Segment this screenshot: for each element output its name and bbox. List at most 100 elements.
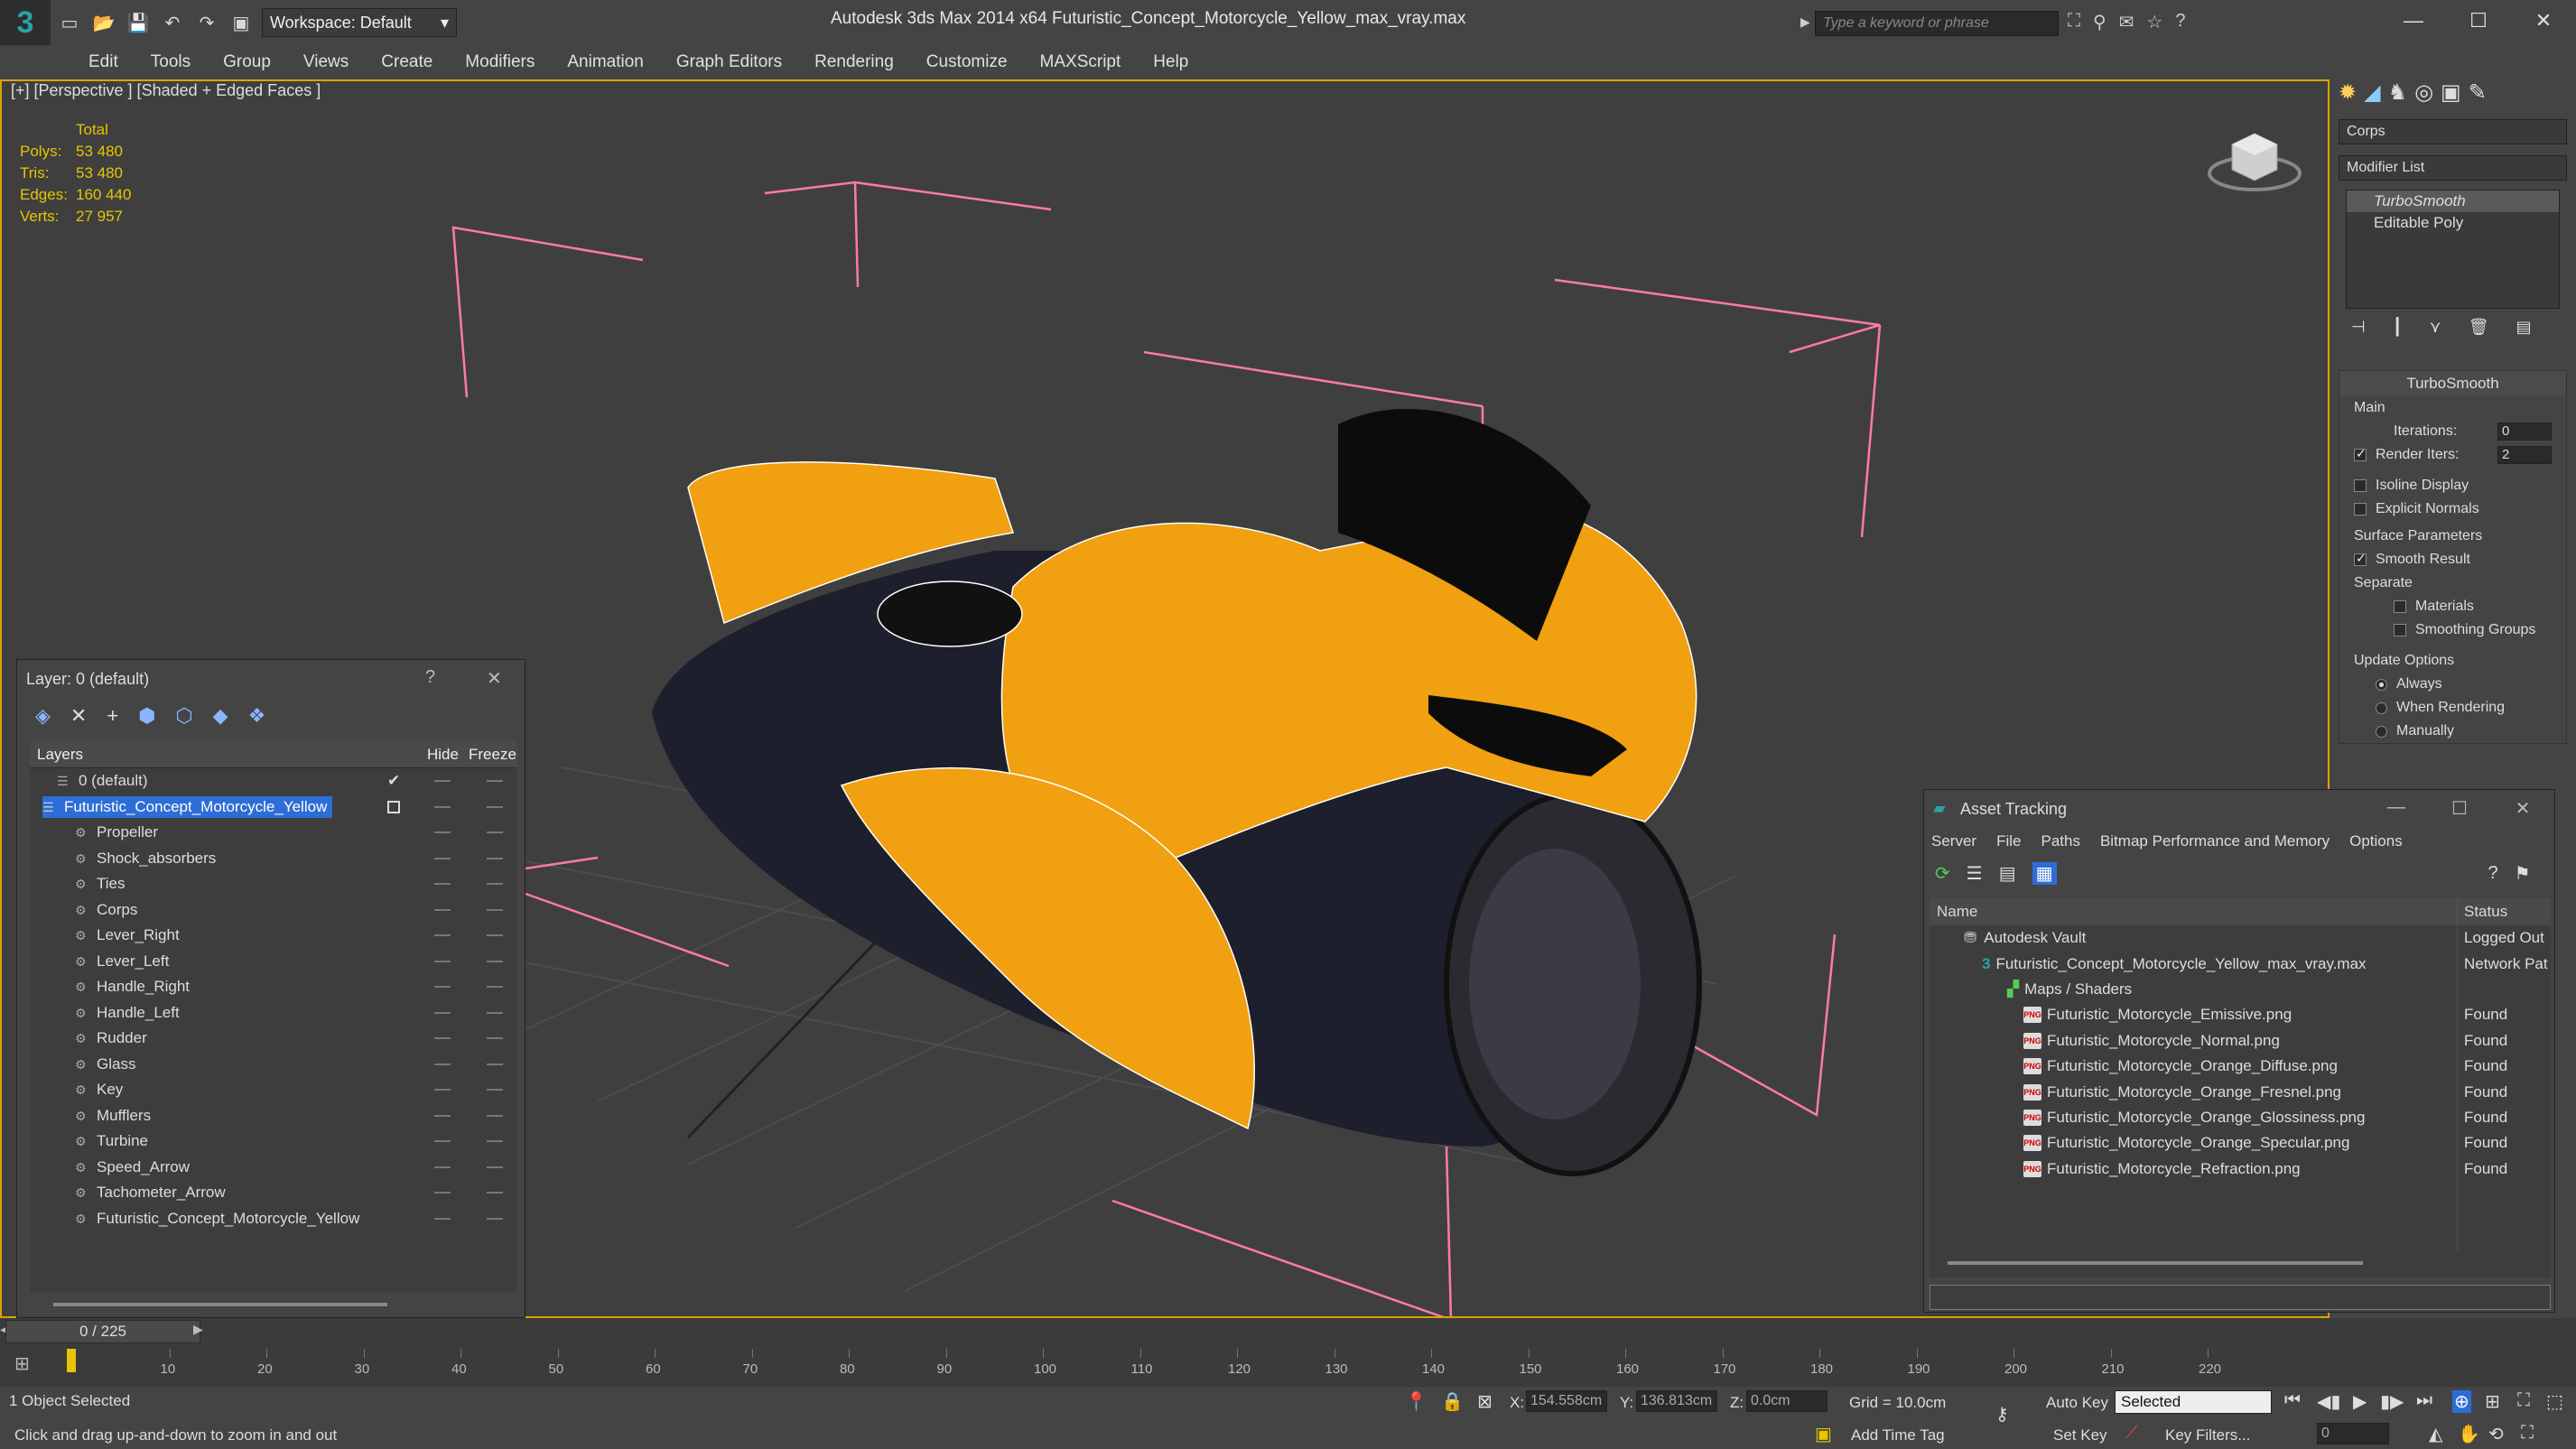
remove-modifier-icon[interactable]: 🗑 bbox=[2469, 318, 2489, 345]
communication-icon[interactable]: ✉ bbox=[2119, 11, 2134, 33]
close-icon[interactable]: ✕ bbox=[2491, 790, 2554, 820]
delete-layer-icon[interactable]: ✕ bbox=[70, 704, 87, 728]
favorites-star-icon[interactable]: ☆ bbox=[2146, 11, 2162, 33]
asset-row[interactable]: PNG Futuristic_Motorcycle_Emissive.png Fou… bbox=[1930, 1002, 2551, 1027]
set-key-icon[interactable]: ⟋ bbox=[2125, 1423, 2138, 1444]
y-coordinate-field[interactable]: 136.813cm bbox=[1636, 1390, 1717, 1412]
object-name-field[interactable]: Corps bbox=[2339, 119, 2567, 144]
column-name[interactable]: Name bbox=[1937, 903, 1977, 921]
go-to-end-icon[interactable]: ⏭ bbox=[2416, 1390, 2432, 1411]
menu-options[interactable]: Options bbox=[2349, 832, 2403, 850]
new-file-icon[interactable]: ▭ bbox=[54, 7, 85, 38]
add-to-layer-icon[interactable]: + bbox=[107, 704, 118, 728]
layer-row[interactable]: ⚙ Corps bbox=[30, 897, 517, 924]
trackbar[interactable]: ⊞ 10 20 30 40 50 60 70 80 90 100 110 120 130 140 150 16… bbox=[0, 1345, 2576, 1387]
layer-row[interactable]: ⚙ Handle_Left bbox=[30, 1000, 517, 1026]
current-frame-field[interactable]: 0 bbox=[2317, 1423, 2389, 1444]
zoom-extents-icon[interactable]: ⛶ bbox=[2517, 1390, 2530, 1411]
set-key-button[interactable]: Set Key bbox=[2053, 1426, 2107, 1444]
layer-row-selected[interactable]: ☰ Futuristic_Concept_Motorcycle_Yellow bbox=[30, 794, 517, 821]
when-rendering-radio[interactable] bbox=[2376, 701, 2387, 714]
time-tag-icon[interactable]: ▣ bbox=[1815, 1423, 1832, 1445]
project-folder-icon[interactable]: ▣ bbox=[226, 7, 256, 38]
explicit-normals-checkbox[interactable] bbox=[2354, 503, 2367, 516]
render-iters-checkbox[interactable] bbox=[2354, 446, 2367, 461]
orbit-icon[interactable]: ⟲ bbox=[2488, 1423, 2504, 1445]
layer-row[interactable]: ⚙ Rudder bbox=[30, 1026, 517, 1052]
app-menu-button[interactable]: 3 bbox=[0, 0, 51, 45]
workspace-dropdown[interactable]: Workspace: Default ▾ bbox=[262, 8, 457, 37]
play-icon[interactable]: ▶ bbox=[2353, 1390, 2367, 1413]
viewport-label[interactable]: [+] [Perspective ] [Shaded + Edged Faces… bbox=[11, 81, 321, 100]
refresh-icon[interactable]: ⟳ bbox=[1935, 862, 1950, 885]
close-icon[interactable]: ✕ bbox=[2511, 0, 2576, 42]
auto-key-button[interactable]: Auto Key bbox=[2046, 1394, 2108, 1412]
asset-row[interactable]: PNG Futuristic_Motorcycle_Normal.png Found bbox=[1930, 1028, 2551, 1054]
menu-edit[interactable]: Edit bbox=[72, 52, 135, 72]
minimize-icon[interactable]: — bbox=[2365, 790, 2428, 820]
layer-row[interactable]: ⚙ Ties bbox=[30, 871, 517, 897]
previous-frame-icon[interactable]: ◀▮ bbox=[2317, 1390, 2340, 1413]
modifier-turbosmooth[interactable]: TurboSmooth bbox=[2347, 190, 2559, 212]
layer-row[interactable]: ⚙ Lever_Left bbox=[30, 949, 517, 975]
create-layer-icon[interactable]: ◈ bbox=[35, 704, 51, 728]
menu-file[interactable]: File bbox=[1996, 832, 2021, 850]
time-slider-thumb[interactable]: 0 / 225 bbox=[5, 1320, 200, 1343]
asset-row[interactable]: 3 Futuristic_Concept_Motorcycle_Yellow_ma… bbox=[1930, 951, 2551, 976]
asset-row[interactable]: ▞ Maps / Shaders bbox=[1930, 977, 2551, 1002]
help-icon[interactable]: ? bbox=[425, 667, 435, 688]
binoculars-icon[interactable]: ⛶ bbox=[2068, 11, 2080, 33]
layer-row[interactable]: ⚙ Key bbox=[30, 1077, 517, 1103]
layer-row[interactable]: ⚙ Shock_absorbers bbox=[30, 846, 517, 872]
layer-row[interactable]: ⚙ Tachometer_Arrow bbox=[30, 1180, 517, 1206]
go-to-start-icon[interactable]: ⏮ bbox=[2284, 1390, 2301, 1411]
viewcube-icon[interactable] bbox=[2205, 117, 2304, 199]
close-icon[interactable]: ✕ bbox=[487, 667, 502, 690]
search-input[interactable]: Type a keyword or phrase bbox=[1815, 11, 2059, 36]
z-coordinate-field[interactable]: 0.0cm bbox=[1746, 1390, 1827, 1412]
pin-stack-icon[interactable]: ⊣ bbox=[2351, 318, 2366, 345]
layer-row[interactable]: ⚙ Futuristic_Concept_Motorcycle_Yellow bbox=[30, 1206, 517, 1232]
column-layers[interactable]: Layers bbox=[37, 746, 83, 764]
menu-rendering[interactable]: Rendering bbox=[798, 52, 910, 72]
layer-row[interactable]: ⚙ Turbine bbox=[30, 1129, 517, 1155]
highlight-layer-icon[interactable]: ⬡ bbox=[175, 704, 192, 728]
open-file-icon[interactable]: 📂 bbox=[88, 7, 119, 38]
redo-icon[interactable]: ↷ bbox=[191, 7, 222, 38]
materials-checkbox[interactable] bbox=[2394, 600, 2406, 613]
key-filters-button[interactable]: Key Filters... bbox=[2165, 1426, 2250, 1444]
menu-maxscript[interactable]: MAXScript bbox=[1024, 52, 1138, 72]
isolate-icon[interactable]: 📍 bbox=[1405, 1390, 1427, 1413]
column-freeze[interactable]: Freeze bbox=[469, 746, 516, 764]
smooth-result-checkbox[interactable] bbox=[2354, 551, 2367, 566]
menu-help[interactable]: Help bbox=[1137, 52, 1204, 72]
menu-modifiers[interactable]: Modifiers bbox=[449, 52, 551, 72]
render-iters-spinner[interactable]: 2 bbox=[2497, 446, 2552, 464]
asset-row[interactable]: PNG Futuristic_Motorcycle_Orange_Fresnel.… bbox=[1930, 1079, 2551, 1104]
column-status[interactable]: Status bbox=[2464, 903, 2507, 921]
menu-customize[interactable]: Customize bbox=[910, 52, 1024, 72]
curve-editor-icon[interactable]: ⊞ bbox=[14, 1352, 30, 1375]
asset-row[interactable]: ⛃ Autodesk Vault Logged Out bbox=[1930, 925, 2551, 951]
menu-views[interactable]: Views bbox=[287, 52, 365, 72]
key-icon[interactable]: ⚷ bbox=[1995, 1403, 2009, 1426]
help-icon[interactable]: ? bbox=[2175, 11, 2185, 33]
freeze-all-icon[interactable]: ❖ bbox=[248, 704, 266, 728]
menu-create[interactable]: Create bbox=[365, 52, 449, 72]
asset-row[interactable]: PNG Futuristic_Motorcycle_Orange_Diffuse.… bbox=[1930, 1054, 2551, 1079]
modifier-list-dropdown[interactable]: Modifier List bbox=[2339, 155, 2567, 181]
menu-bitmap-performance[interactable]: Bitmap Performance and Memory bbox=[2100, 832, 2330, 850]
asset-tracking-titlebar[interactable]: ▰ Asset Tracking — ☐ ✕ bbox=[1924, 790, 2554, 828]
asset-row[interactable]: PNG Futuristic_Motorcycle_Orange_Glossine… bbox=[1930, 1105, 2551, 1130]
zoom-all-icon[interactable]: ⊞ bbox=[2485, 1390, 2500, 1413]
configure-sets-icon[interactable]: ▤ bbox=[2516, 318, 2532, 345]
pan-icon[interactable]: ✋ bbox=[2458, 1423, 2480, 1445]
iterations-spinner[interactable]: 0 bbox=[2497, 423, 2552, 441]
maximize-viewport-icon[interactable]: ⛶ bbox=[2521, 1423, 2534, 1444]
add-time-tag[interactable]: Add Time Tag bbox=[1851, 1426, 1945, 1444]
utilities-tab-icon[interactable]: ✎ bbox=[2469, 79, 2487, 106]
isoline-checkbox[interactable] bbox=[2354, 479, 2367, 492]
active-check-icon[interactable]: ✔ bbox=[387, 772, 400, 790]
maximize-icon[interactable]: ☐ bbox=[2428, 790, 2491, 820]
active-layer-box[interactable] bbox=[387, 800, 400, 813]
